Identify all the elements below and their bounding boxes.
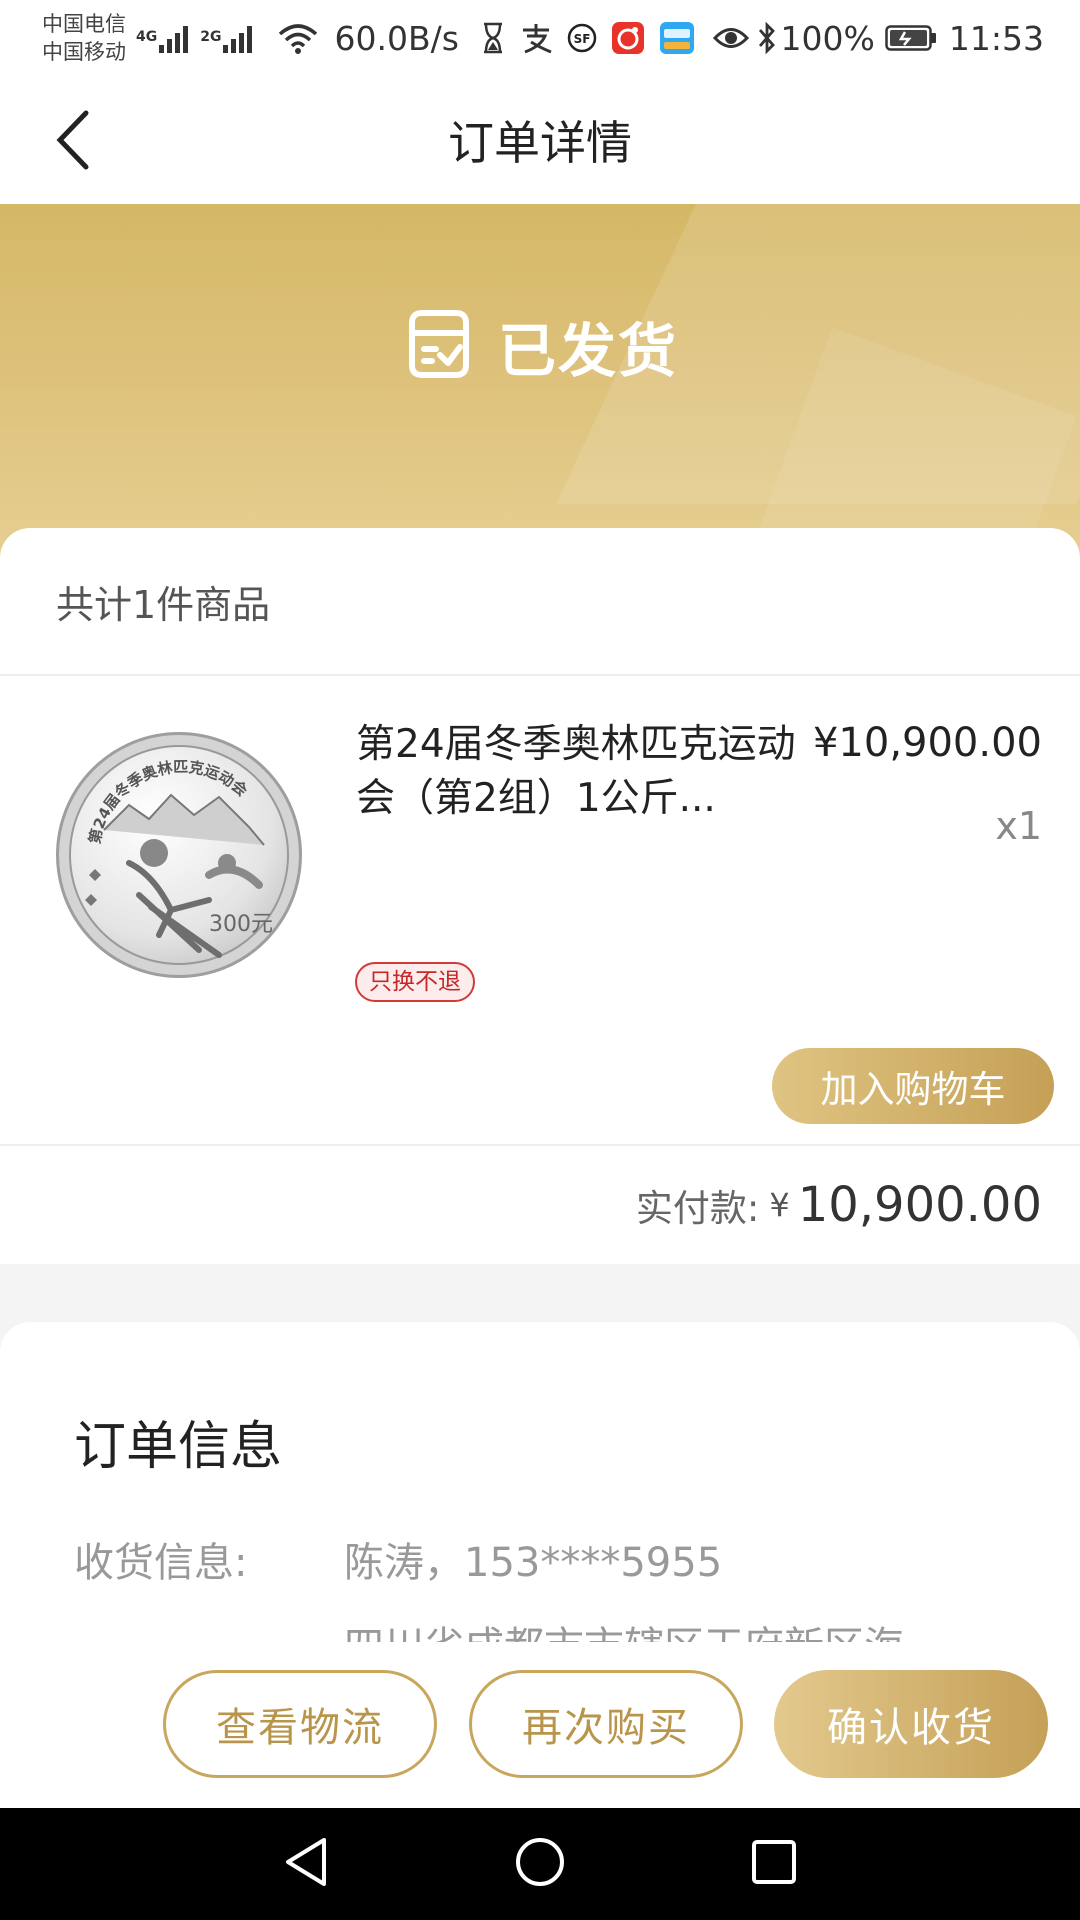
page-title: 订单详情 [448,116,632,170]
system-nav-bar [0,1808,1080,1920]
product-image: 第24届冬季奥林匹克运动会 300元 [56,732,302,978]
receiver-address: 四川省成都市市辖区天府新区海 [344,1614,904,1642]
network-speed: 60.0B/s [334,18,459,58]
app-header: 订单详情 [0,76,1080,204]
return-policy-tag: 只换不退 [355,962,475,1002]
add-to-cart-button[interactable]: 加入购物车 [772,1048,1054,1124]
app-blue-icon [659,21,695,55]
signal-icon: 4G 2G [136,23,264,53]
status-bar: 中国电信 中国移动 4G 2G 60.0B/s SF 100% 11:53 [0,0,1080,76]
coin-value: 300元 [209,912,273,937]
app-red-icon [611,21,645,55]
total-label: 实付款: [635,1187,760,1230]
order-card: 共计1件商品 第24届冬季奥林匹克运动会 300元 第24届冬季奥林匹克运动会（… [0,528,1080,1264]
battery-icon [885,25,937,51]
order-info-title: 订单信息 [74,1417,283,1477]
product-quantity: x1 [995,804,1042,848]
carrier-1: 中国电信 [42,12,126,36]
eye-icon [712,25,749,51]
total-currency: ¥ [769,1186,790,1224]
product-row[interactable]: 第24届冬季奥林匹克运动会 300元 第24届冬季奥林匹克运动会（第2组）1公斤… [0,676,1080,1146]
receiver-value: 陈涛，153****5955 [344,1540,723,1586]
order-status: 已发货 [497,317,678,385]
net-type-2: 2G [200,29,222,45]
alipay-icon [519,22,553,54]
wifi-icon [278,22,318,54]
svg-text:SF: SF [573,32,590,46]
clock: 11:53 [948,18,1044,58]
back-triangle-icon[interactable] [282,1836,330,1892]
recents-square-icon[interactable] [750,1838,798,1890]
net-type-1: 4G [136,29,158,45]
total-row: 实付款: ¥ 10,900.00 [0,1146,1080,1264]
shipped-box-icon [402,307,476,385]
status-banner: 已发货 [0,204,1080,564]
product-name: 第24届冬季奥林匹克运动会（第2组）1公斤... [356,722,796,821]
carrier-2: 中国移动 [42,40,126,64]
sf-express-icon: SF [567,23,597,53]
receiver-label: 收货信息: [74,1540,248,1586]
home-circle-icon[interactable] [514,1836,566,1892]
carrier-info: 中国电信 中国移动 [42,10,126,66]
chevron-left-icon [56,110,89,170]
back-button[interactable] [36,104,108,176]
hourglass-icon [481,22,505,54]
battery-percent: 100% [780,18,875,58]
bottom-action-bar: 查看物流 再次购买 确认收货 [0,1642,1080,1808]
bluetooth-icon [757,21,777,55]
product-price: ¥10,900.00 [812,720,1042,766]
order-info-card: 订单信息 收货信息: 陈涛，153****5955 四川省成都市市辖区天府新区海 [0,1322,1080,1642]
item-count: 共计1件商品 [0,528,1080,676]
buy-again-button[interactable]: 再次购买 [469,1670,743,1778]
confirm-receipt-button[interactable]: 确认收货 [774,1670,1048,1778]
view-logistics-button[interactable]: 查看物流 [163,1670,437,1778]
total-amount: 10,900.00 [797,1177,1042,1233]
